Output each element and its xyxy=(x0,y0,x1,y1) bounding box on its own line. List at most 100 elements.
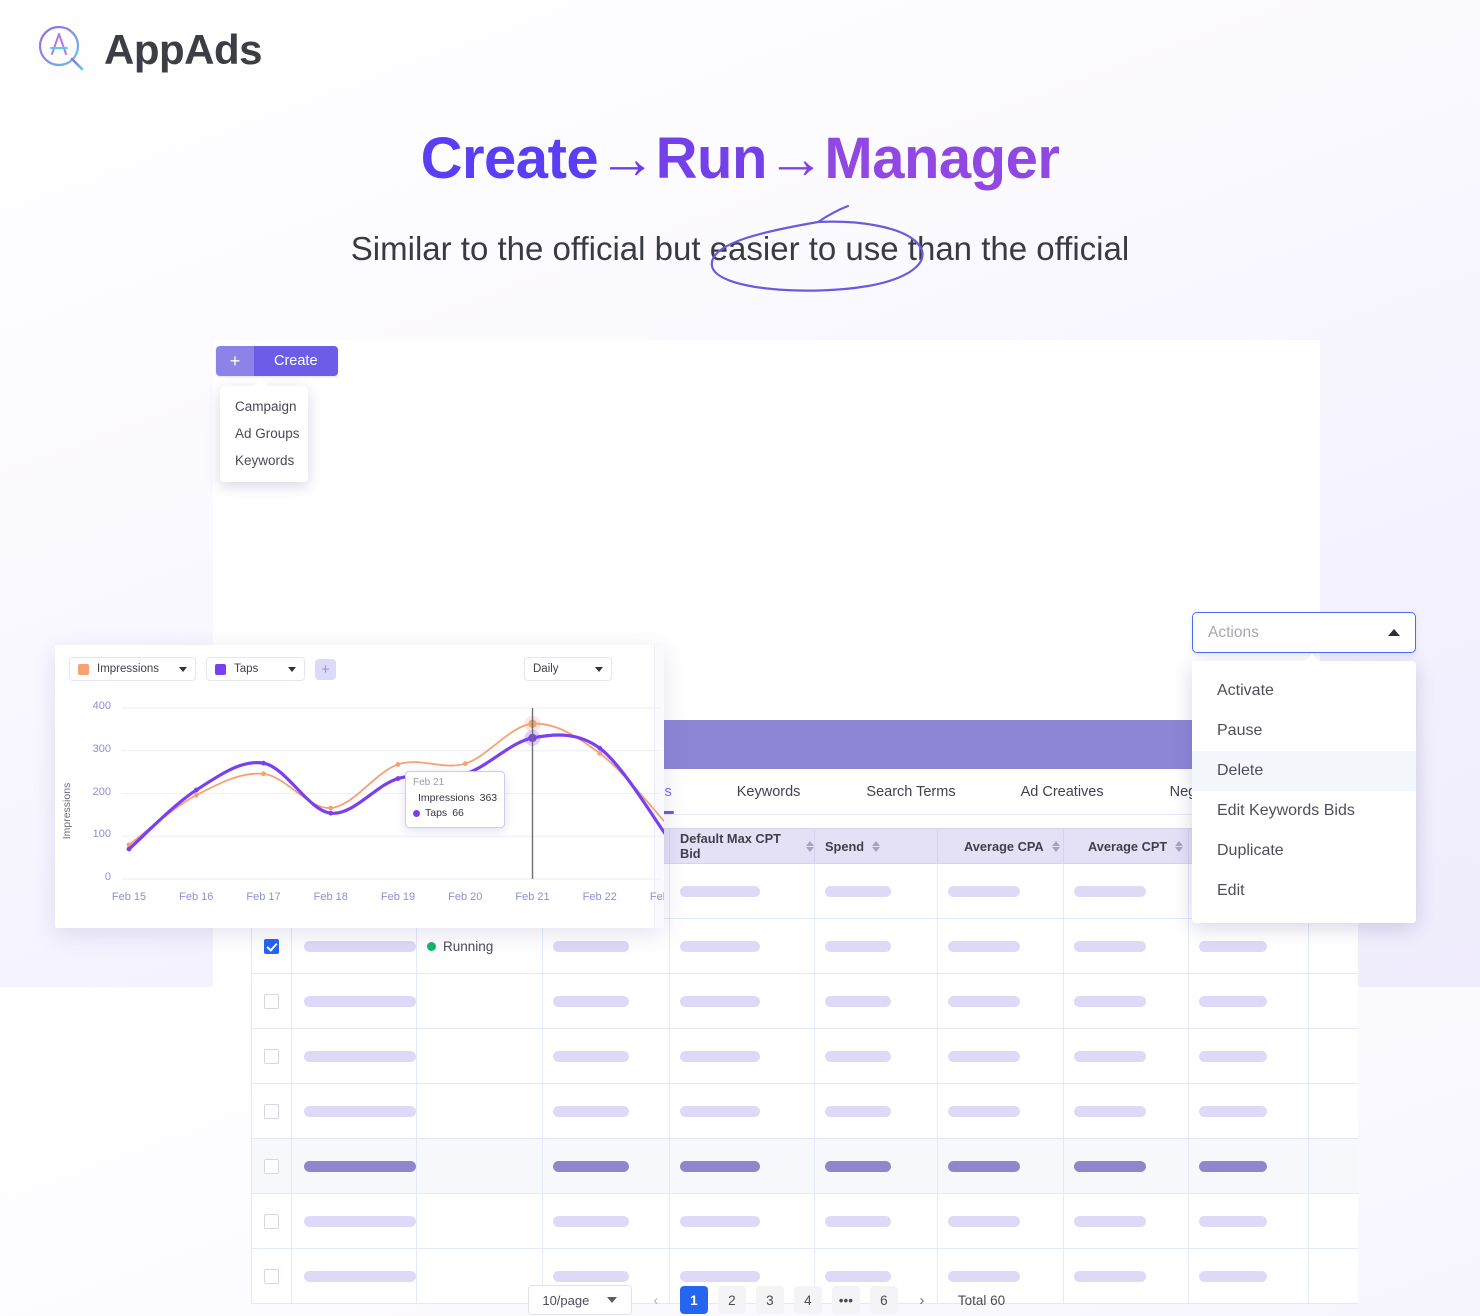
column-header-default-max-cpt-bid[interactable]: Default Max CPT Bid xyxy=(670,829,815,863)
cell-select xyxy=(252,1029,292,1083)
placeholder-bar xyxy=(825,1215,891,1227)
cell-placeholder xyxy=(670,864,815,918)
cell-placeholder xyxy=(670,1139,815,1193)
cell-placeholder xyxy=(938,864,1064,918)
chart-data-point xyxy=(395,762,401,767)
row-select-checkbox[interactable] xyxy=(264,938,279,954)
column-header-average-cpa[interactable]: Average CPA xyxy=(938,829,1064,863)
cell-placeholder xyxy=(543,1029,670,1083)
tooltip-series-value: 66 xyxy=(452,807,464,820)
cell-placeholder xyxy=(938,974,1064,1028)
cell-placeholder xyxy=(1064,919,1189,973)
action-item-edit[interactable]: Edit xyxy=(1192,871,1416,911)
action-item-activate[interactable]: Activate xyxy=(1192,671,1416,711)
cell-status xyxy=(417,1084,543,1138)
brand-name: AppAds xyxy=(104,26,263,73)
app-toolbar-strip xyxy=(213,340,1320,380)
cell-placeholder xyxy=(938,1029,1064,1083)
table-row[interactable] xyxy=(252,1139,1358,1194)
page-button-3[interactable]: 3 xyxy=(755,1286,784,1314)
create-menu-item-campaign[interactable]: Campaign xyxy=(220,393,308,420)
chevron-down-icon xyxy=(595,666,603,672)
cell-status xyxy=(417,1194,543,1248)
chart-data-point xyxy=(597,750,603,756)
brand-header: AppAds xyxy=(34,22,263,78)
placeholder-bar xyxy=(680,1105,760,1117)
tab-search-terms[interactable]: Search Terms xyxy=(864,784,957,800)
y-axis-tick: 100 xyxy=(92,828,111,841)
next-page-button[interactable]: › xyxy=(908,1286,936,1314)
prev-page-button[interactable]: ‹ xyxy=(642,1286,670,1314)
sort-icon[interactable] xyxy=(872,840,881,852)
row-select-checkbox[interactable] xyxy=(264,993,279,1009)
cell-placeholder xyxy=(1189,974,1309,1028)
table-row[interactable] xyxy=(252,974,1358,1029)
title-arrow-2: → xyxy=(766,126,825,191)
column-header-average-cpt[interactable]: Average CPT xyxy=(1064,829,1189,863)
column-header-spend[interactable]: Spend xyxy=(815,829,938,863)
x-axis-tick: Feb 21 xyxy=(515,891,550,903)
page-ellipsis[interactable]: ••• xyxy=(831,1286,860,1314)
action-item-pause[interactable]: Pause xyxy=(1192,711,1416,751)
page-button-6[interactable]: 6 xyxy=(869,1286,898,1314)
row-select-checkbox[interactable] xyxy=(264,1103,279,1119)
placeholder-bar xyxy=(948,1215,1020,1227)
chart-toolbar: Impressions Taps + xyxy=(69,657,336,681)
chevron-up-icon xyxy=(1388,629,1400,636)
y-axis-tick: 300 xyxy=(92,742,111,755)
x-axis-tick: Feb 18 xyxy=(313,891,348,903)
page-size-select[interactable]: 10/page xyxy=(527,1285,632,1315)
placeholder-bar xyxy=(1074,1160,1146,1172)
placeholder-bar xyxy=(1074,1215,1146,1227)
action-item-edit-keywords-bids[interactable]: Edit Keywords Bids xyxy=(1192,791,1416,831)
create-dropdown-menu: Campaign Ad Groups Keywords xyxy=(220,379,308,482)
placeholder-bar xyxy=(553,1215,629,1227)
actions-select[interactable]: Actions xyxy=(1192,612,1416,653)
placeholder-bar xyxy=(948,1270,1020,1282)
page-button-1[interactable]: 1 xyxy=(679,1286,708,1314)
chart-data-point xyxy=(395,776,401,781)
chart-data-point xyxy=(261,760,266,766)
create-menu-item-ad-groups[interactable]: Ad Groups xyxy=(220,420,308,447)
x-axis-tick: Feb 22 xyxy=(582,891,617,903)
placeholder-bar xyxy=(553,1105,629,1117)
table-row[interactable] xyxy=(252,1029,1358,1084)
row-select-checkbox[interactable] xyxy=(264,1048,279,1064)
placeholder-bar xyxy=(948,1160,1020,1172)
series-color-dot xyxy=(413,810,420,818)
tab-keywords[interactable]: Keywords xyxy=(735,784,803,800)
action-item-duplicate[interactable]: Duplicate xyxy=(1192,831,1416,871)
page-button-4[interactable]: 4 xyxy=(793,1286,822,1314)
action-item-delete[interactable]: Delete xyxy=(1192,751,1416,791)
placeholder-bar xyxy=(825,885,891,897)
actions-menu: Activate Pause Delete Edit Keywords Bids… xyxy=(1192,654,1416,923)
x-axis-tick: Feb 16 xyxy=(179,891,214,903)
placeholder-bar xyxy=(1199,940,1267,952)
sort-icon[interactable] xyxy=(1051,840,1060,852)
placeholder-bar xyxy=(1199,1160,1267,1172)
metric-select-taps[interactable]: Taps xyxy=(206,657,305,681)
sort-icon[interactable] xyxy=(1175,840,1184,852)
tab-ad-creatives[interactable]: Ad Creatives xyxy=(1019,784,1106,800)
create-button[interactable]: + Create xyxy=(216,346,338,376)
cell-placeholder xyxy=(1189,1029,1309,1083)
placeholder-bar xyxy=(304,1160,416,1172)
cell-placeholder xyxy=(292,974,417,1028)
granularity-select[interactable]: Daily xyxy=(524,657,612,681)
row-select-checkbox[interactable] xyxy=(264,1213,279,1229)
row-select-checkbox[interactable] xyxy=(264,1268,279,1284)
add-metric-button[interactable]: + xyxy=(315,658,336,680)
metric-select-impressions[interactable]: Impressions xyxy=(69,657,196,681)
cell-placeholder xyxy=(292,1029,417,1083)
table-row[interactable] xyxy=(252,1084,1358,1139)
create-menu-item-keywords[interactable]: Keywords xyxy=(220,447,308,474)
page-title: Create→Run→Manager xyxy=(0,125,1480,192)
page-button-2[interactable]: 2 xyxy=(717,1286,746,1314)
metric-label: Taps xyxy=(234,663,259,675)
sort-icon[interactable] xyxy=(806,840,814,852)
table-row[interactable] xyxy=(252,1194,1358,1249)
placeholder-bar xyxy=(304,940,416,952)
plus-icon: + xyxy=(216,346,254,376)
row-select-checkbox[interactable] xyxy=(264,1158,279,1174)
placeholder-bar xyxy=(948,1105,1020,1117)
